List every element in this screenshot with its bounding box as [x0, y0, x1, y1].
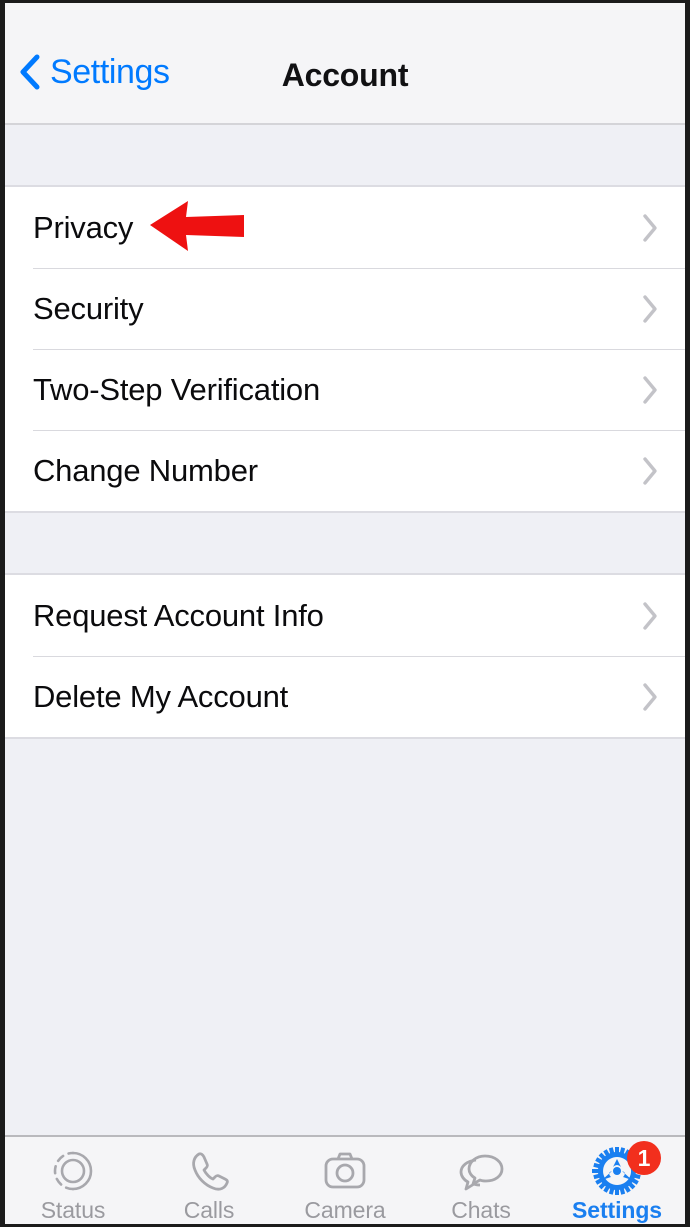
- section-gap-top: [5, 125, 685, 187]
- list-item-delete-my-account[interactable]: Delete My Account: [5, 656, 685, 737]
- phone-handset-icon: [192, 1152, 229, 1191]
- list-item-two-step-verification[interactable]: Two-Step Verification: [5, 349, 685, 430]
- list-item-change-number[interactable]: Change Number: [5, 430, 685, 511]
- tab-label: Status: [40, 1197, 106, 1223]
- tab-label: Settings: [572, 1197, 662, 1223]
- list-item-label: Two-Step Verification: [33, 371, 321, 407]
- tab-chats[interactable]: Chats: [413, 1137, 549, 1224]
- list-item-label: Privacy: [33, 209, 134, 245]
- tab-settings[interactable]: Settings 1: [549, 1137, 685, 1224]
- status-rings-icon: [53, 1151, 93, 1191]
- navigation-bar: Settings Account: [5, 3, 685, 125]
- app-screen: Settings Account Privacy Security Two-St: [5, 3, 685, 1224]
- chevron-right-icon: [643, 294, 657, 323]
- list-item-privacy[interactable]: Privacy: [5, 187, 685, 268]
- chevron-right-icon: [643, 375, 657, 404]
- section-gap-middle: [5, 511, 685, 575]
- camera-icon: [324, 1152, 366, 1189]
- tab-camera[interactable]: Camera: [277, 1137, 413, 1224]
- settings-group-account-data: Request Account Info Delete My Account: [5, 575, 685, 737]
- chevron-right-icon: [643, 682, 657, 711]
- tab-bar: Status Calls Camera Chats Settings 1: [5, 1135, 685, 1224]
- tab-status[interactable]: Status: [5, 1137, 141, 1224]
- empty-area: [5, 737, 685, 1139]
- list-item-request-account-info[interactable]: Request Account Info: [5, 575, 685, 656]
- settings-group-account: Privacy Security Two-Step Verification C…: [5, 187, 685, 511]
- list-item-label: Delete My Account: [33, 678, 289, 714]
- chevron-right-icon: [643, 213, 657, 242]
- tab-label: Chats: [451, 1197, 511, 1223]
- tab-label: Camera: [304, 1197, 386, 1223]
- tab-label: Calls: [183, 1197, 235, 1223]
- list-item-label: Change Number: [33, 452, 258, 488]
- tab-calls[interactable]: Calls: [141, 1137, 277, 1224]
- list-item-label: Security: [33, 290, 144, 326]
- chevron-right-icon: [643, 601, 657, 630]
- status-badge: 1: [627, 1141, 661, 1175]
- chevron-right-icon: [643, 456, 657, 485]
- page-title: Account: [281, 57, 409, 93]
- list-item-label: Request Account Info: [33, 597, 324, 633]
- list-item-security[interactable]: Security: [5, 268, 685, 349]
- phone-frame: Settings Account Privacy Security Two-St: [0, 0, 690, 1227]
- chat-bubbles-icon: [459, 1154, 504, 1191]
